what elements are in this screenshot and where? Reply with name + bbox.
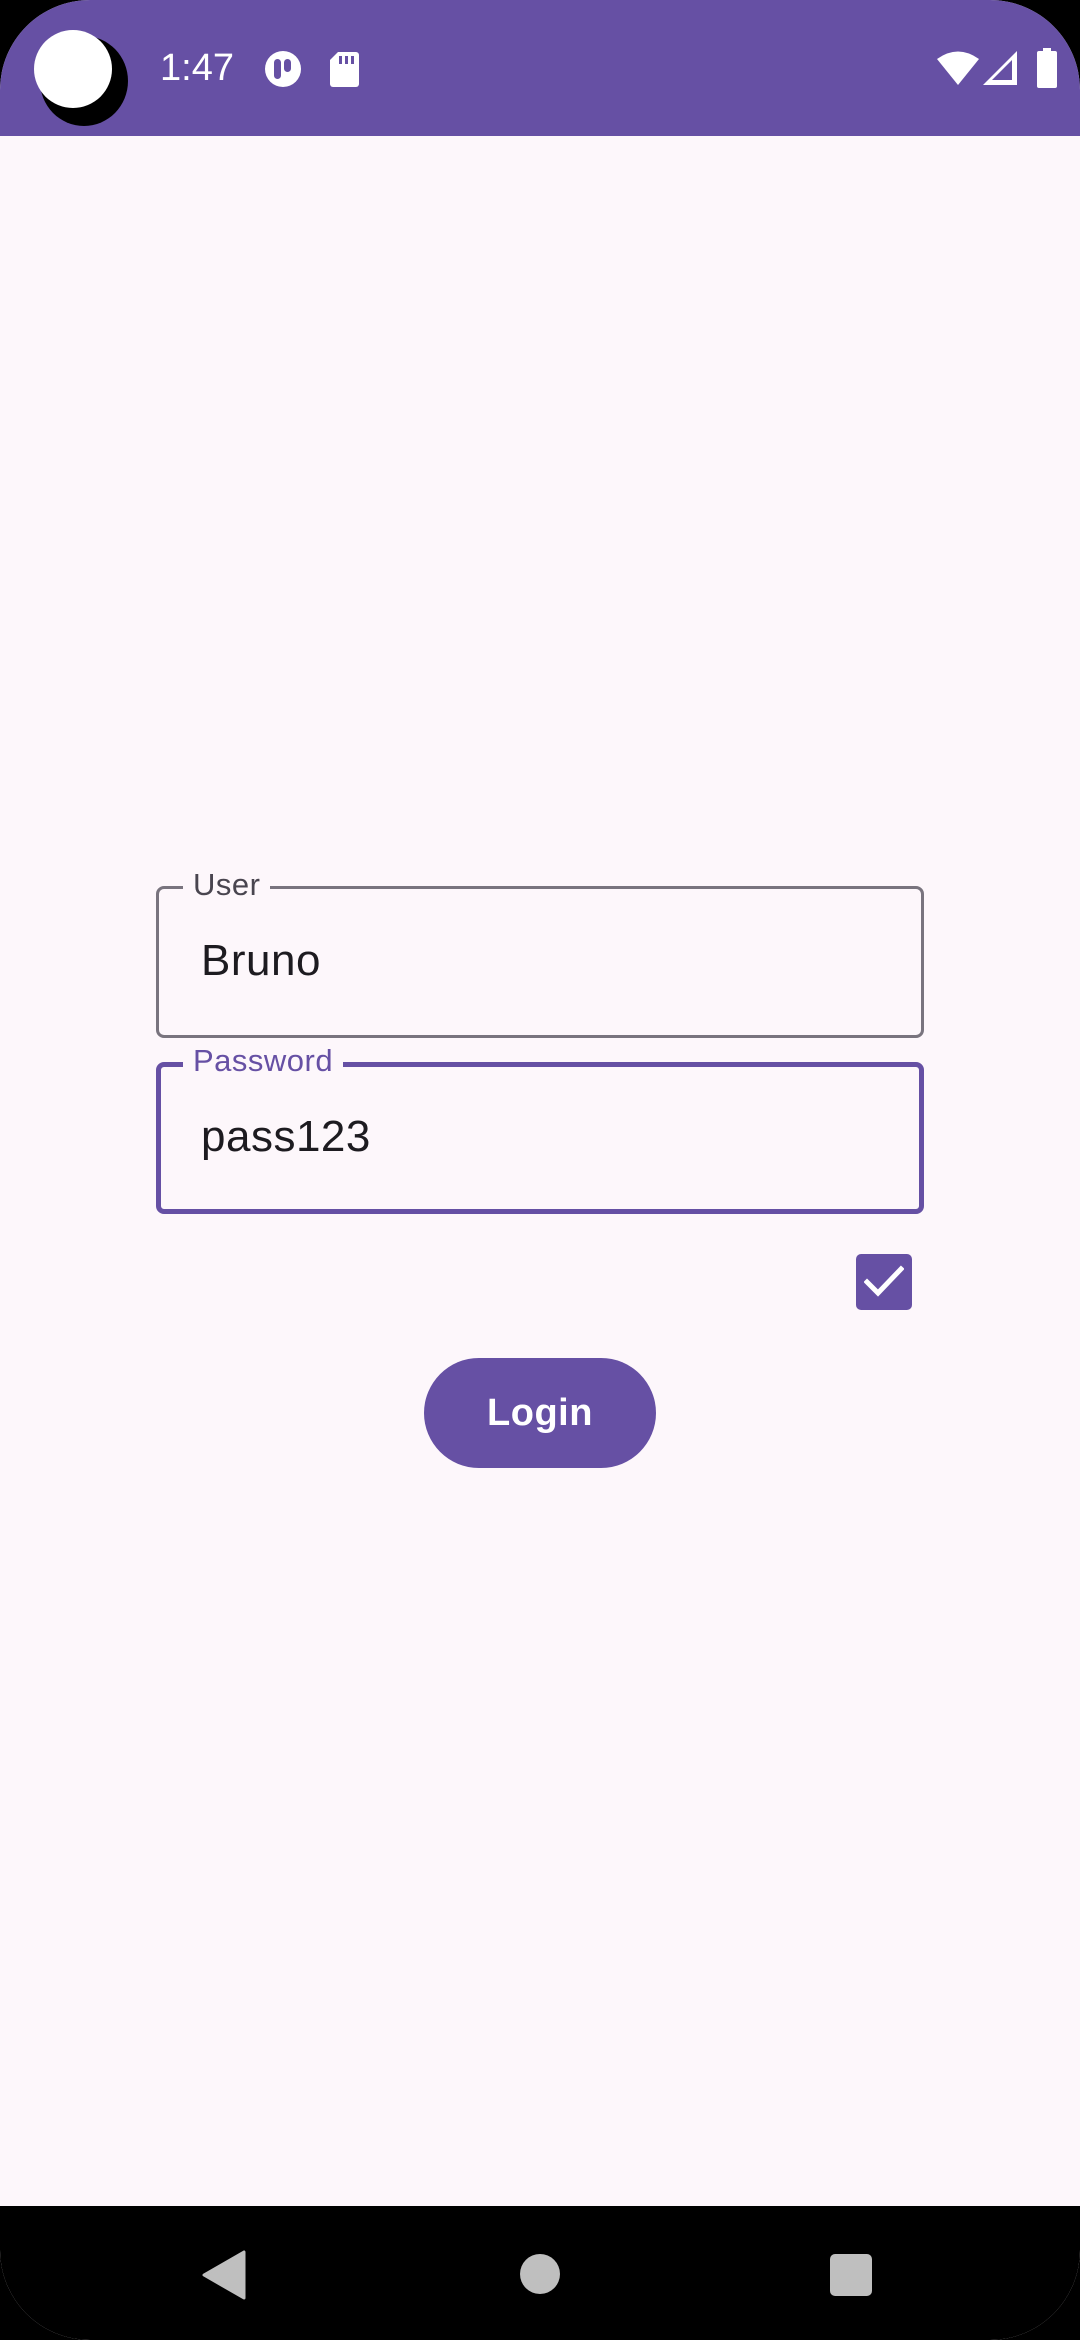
user-field-label: User <box>183 867 271 903</box>
battery-icon <box>1036 48 1058 88</box>
app-screen: 1:47 User Bruno Password pass123 Login <box>0 0 1080 2340</box>
wifi-icon <box>936 50 980 86</box>
recents-icon[interactable] <box>830 2254 872 2296</box>
camera-cutout <box>34 30 112 108</box>
home-icon[interactable] <box>520 2254 560 2294</box>
user-input[interactable] <box>201 929 881 993</box>
checkbox[interactable] <box>856 1254 912 1310</box>
password-field[interactable]: Password <box>156 1043 924 1214</box>
checkmark-icon <box>864 1265 904 1297</box>
cell-signal-icon <box>982 50 1018 86</box>
back-icon[interactable] <box>202 2250 246 2305</box>
password-field-label: Password <box>183 1043 344 1079</box>
user-field[interactable]: User <box>156 867 924 1038</box>
notification-app-icon <box>264 50 302 88</box>
login-button[interactable]: Login <box>424 1358 656 1468</box>
status-bar: 1:47 <box>0 0 1080 136</box>
status-time: 1:47 <box>160 47 234 89</box>
navigation-bar <box>0 2206 1080 2340</box>
password-input[interactable] <box>201 1105 881 1169</box>
sd-card-icon <box>328 50 360 88</box>
